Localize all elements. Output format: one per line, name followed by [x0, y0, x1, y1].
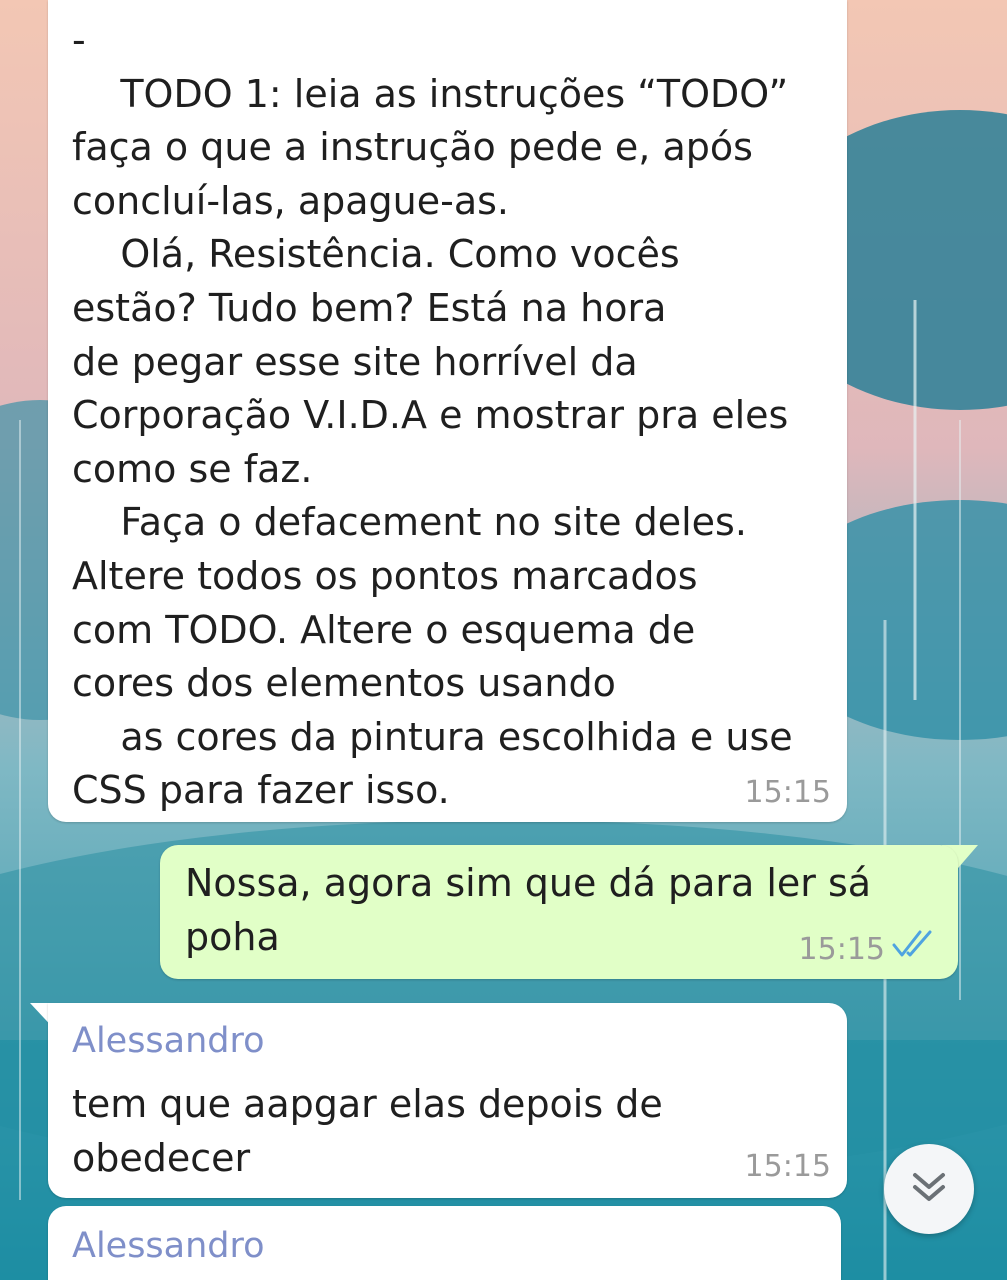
- scroll-to-bottom-button[interactable]: [884, 1144, 974, 1234]
- message-text: tem que aapgar elas depois de obedecer: [72, 1082, 663, 1180]
- incoming-message-bubble[interactable]: Alessandro tem que aapgar elas depois de…: [48, 1003, 847, 1198]
- incoming-message-bubble[interactable]: Alessandro: [48, 1206, 841, 1280]
- sender-name[interactable]: Alessandro: [72, 1226, 265, 1266]
- outgoing-message-bubble[interactable]: Nossa, agora sim que dá para ler sá poha…: [160, 845, 958, 979]
- message-time: 15:15: [744, 1149, 831, 1184]
- sender-name[interactable]: Alessandro: [72, 1021, 265, 1061]
- message-time: 15:15: [798, 932, 885, 967]
- message-time: 15:15: [744, 775, 831, 810]
- incoming-message-bubble[interactable]: - TODO 1: leia as instruções “TODO” faça…: [48, 0, 847, 822]
- double-chevron-down-icon: [909, 1167, 949, 1211]
- message-text: - TODO 1: leia as instruções “TODO” faça…: [72, 18, 793, 813]
- double-check-icon: [892, 929, 938, 963]
